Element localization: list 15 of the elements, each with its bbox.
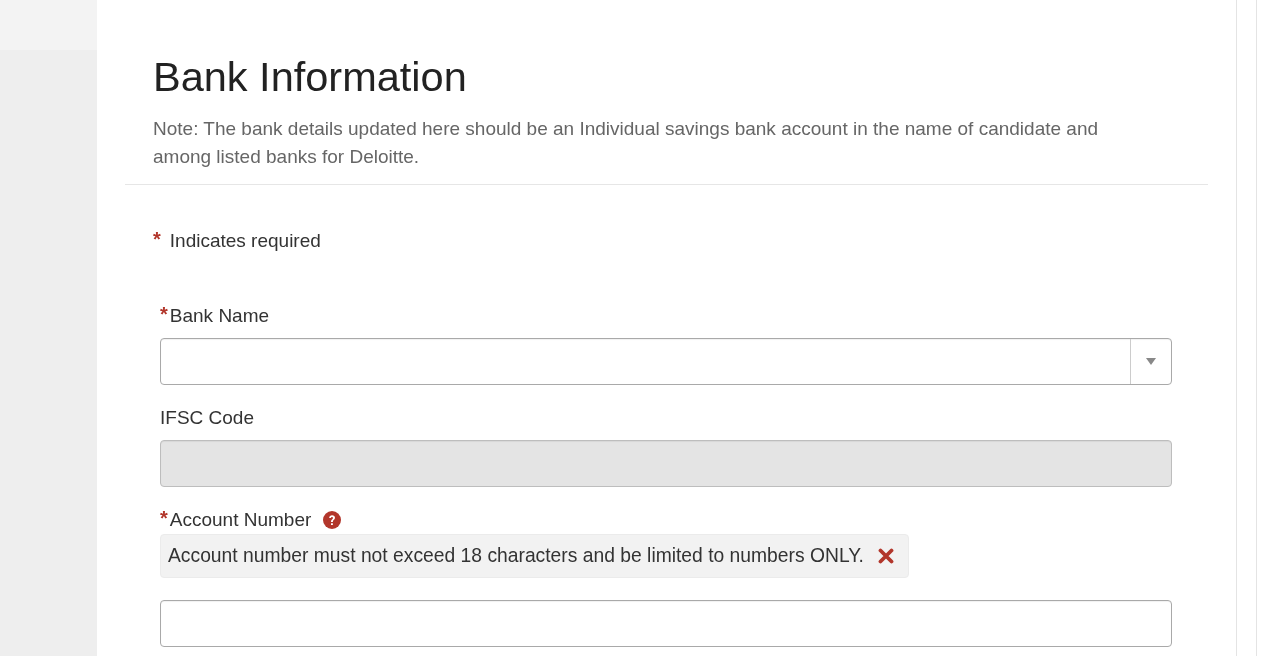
caret-icon — [1146, 358, 1156, 365]
required-asterisk: * — [153, 229, 161, 249]
page-heading: Bank Information — [153, 55, 468, 99]
field-label: IFSC Code — [160, 406, 254, 430]
field-label: Account Number — [169, 508, 312, 532]
error-text: Account number must not exceed 18 characters and be limited to numbers ONLY. — [168, 544, 864, 568]
help-icon[interactable] — [323, 511, 342, 529]
field-label: Bank Name — [169, 304, 270, 328]
input-field[interactable] — [160, 600, 1172, 647]
note-text: Note: The bank details updated here should be an Individual savings bank account in the name of candidate and among listed banks for Deloitte. — [153, 117, 1100, 169]
select-field[interactable] — [160, 338, 1172, 385]
required-legend-text: Indicates required — [169, 229, 321, 253]
required-asterisk: * — [160, 304, 168, 324]
required-asterisk: * — [160, 508, 168, 528]
close-icon[interactable] — [877, 548, 894, 564]
